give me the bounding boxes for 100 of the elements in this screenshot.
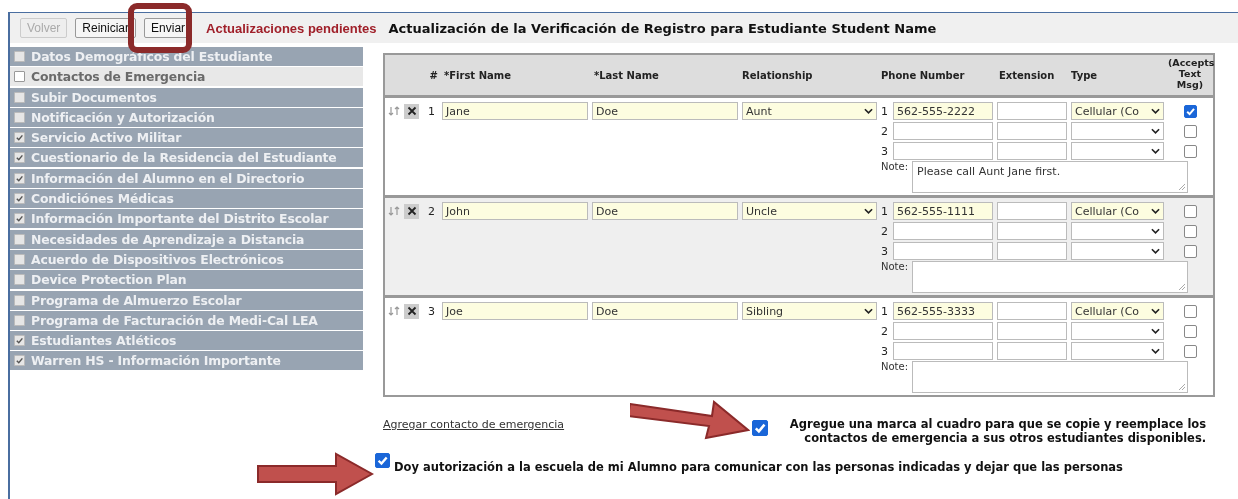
toolbar-button[interactable]: Reiniciar <box>75 18 137 38</box>
authorization-checkbox[interactable] <box>375 453 390 468</box>
type-select[interactable] <box>1071 342 1164 360</box>
sort-arrows-icon[interactable] <box>388 306 400 316</box>
extension-field[interactable] <box>997 242 1067 260</box>
relationship-select[interactable]: Aunt <box>742 102 877 120</box>
chevron-down-icon <box>1151 328 1160 334</box>
row-number: 1 <box>428 104 436 118</box>
chevron-down-icon <box>1151 148 1160 154</box>
text-message-checkbox[interactable] <box>1183 244 1197 258</box>
type-select[interactable] <box>1071 122 1164 140</box>
row-number: 3 <box>428 304 436 318</box>
type-select[interactable] <box>1071 242 1164 260</box>
extension-field[interactable] <box>997 102 1067 120</box>
phone-index: 1 <box>881 204 889 218</box>
first-name-field[interactable]: Jane <box>442 102 588 120</box>
sidebar-item-label: Cuestionario de la Residencia del Estudiante <box>31 150 337 166</box>
phone-field[interactable] <box>893 122 993 140</box>
phone-field[interactable] <box>893 322 993 340</box>
extension-field[interactable] <box>997 122 1067 140</box>
text-message-checkbox[interactable] <box>1183 324 1197 338</box>
sidebar-item-label: Datos Demográficos del Estudiante <box>31 49 273 64</box>
copy-contacts-checkbox[interactable] <box>752 420 769 436</box>
column-header: # <box>428 69 438 81</box>
phone-index: 1 <box>881 104 889 118</box>
first-name-field[interactable]: John <box>442 202 588 220</box>
extension-field[interactable] <box>997 302 1067 320</box>
column-header: Relationship <box>742 69 814 81</box>
note-label: Note: <box>881 361 909 372</box>
highlight-frame <box>128 3 192 53</box>
column-header: *First Name <box>443 69 512 81</box>
sort-arrows-icon[interactable] <box>388 106 400 116</box>
chevron-down-icon <box>1151 348 1160 354</box>
type-select[interactable] <box>1071 222 1164 240</box>
note-label: Note: <box>881 261 909 272</box>
extension-field[interactable] <box>997 222 1067 240</box>
column-header: Type <box>1071 69 1099 81</box>
type-select[interactable] <box>1071 142 1164 160</box>
type-select[interactable]: Cellular (Co <box>1071 302 1164 320</box>
type-select[interactable] <box>1071 322 1164 340</box>
text-message-checkbox[interactable] <box>1183 124 1197 138</box>
type-select[interactable]: Cellular (Co <box>1071 202 1164 220</box>
note-field[interactable] <box>912 261 1189 293</box>
sidebar-item-label: Condiciónes Médicas <box>31 191 174 207</box>
phone-field[interactable]: 562-555-3333 <box>893 302 993 320</box>
sidebar-item-label: Device Protection Plan <box>31 272 187 288</box>
phone-field[interactable] <box>893 222 993 240</box>
note-label: Note: <box>881 161 909 172</box>
chevron-down-icon <box>1151 208 1160 214</box>
text-message-checkbox[interactable] <box>1183 204 1197 218</box>
chevron-down-icon <box>864 108 873 114</box>
text-message-checkbox[interactable] <box>1183 144 1197 158</box>
extension-field[interactable] <box>997 322 1067 340</box>
note-field[interactable] <box>912 361 1189 393</box>
chevron-down-icon <box>864 308 873 314</box>
phone-index: 2 <box>881 224 889 238</box>
resize-grip-icon <box>1178 183 1187 191</box>
last-name-field[interactable]: Doe <box>592 102 738 120</box>
text-message-checkbox[interactable] <box>1183 104 1197 118</box>
phone-index: 3 <box>881 244 889 258</box>
sidebar-item-label: Programa de Facturación de Medi-Cal LEA <box>31 312 318 328</box>
phone-field[interactable] <box>893 342 993 360</box>
phone-field[interactable] <box>893 142 993 160</box>
extension-field[interactable] <box>997 202 1067 220</box>
chevron-down-icon <box>1151 308 1160 314</box>
sort-arrows-icon[interactable] <box>388 206 400 216</box>
column-header: *Last Name <box>593 69 660 81</box>
last-name-field[interactable]: Doe <box>592 202 738 220</box>
sidebar-item-label: Warren HS - Información Importante <box>31 353 281 369</box>
phone-index: 1 <box>881 304 889 318</box>
phone-field[interactable]: 562-555-1111 <box>893 202 993 220</box>
resize-grip-icon <box>1178 283 1187 291</box>
extension-field[interactable] <box>997 142 1067 160</box>
pending-status: Actualizaciones pendientes <box>206 20 377 36</box>
sidebar-item-label: Programa de Almuerzo Escolar <box>31 292 242 308</box>
relationship-select[interactable]: Uncle <box>742 202 877 220</box>
text-message-checkbox[interactable] <box>1183 344 1197 358</box>
type-select[interactable]: Cellular (Co <box>1071 102 1164 120</box>
text-message-checkbox[interactable] <box>1183 304 1197 318</box>
extension-field[interactable] <box>997 342 1067 360</box>
sidebar-item[interactable]: Contactos de Emergencia <box>10 67 363 87</box>
first-name-field[interactable]: Joe <box>442 302 588 320</box>
chevron-down-icon <box>1151 128 1160 134</box>
delete-icon[interactable] <box>404 103 419 119</box>
relationship-select[interactable]: Sibling <box>742 302 877 320</box>
note-field[interactable]: Please call Aunt Jane first. <box>912 161 1189 193</box>
add-contact-link[interactable]: Agregar contacto de emergencia <box>383 418 565 431</box>
sidebar-item-label: Acuerdo de Dispositivos Electrónicos <box>31 251 284 267</box>
sidebar-item-label: Información Importante del Distrito Escolar <box>31 211 329 227</box>
chevron-down-icon <box>1151 228 1160 234</box>
delete-icon[interactable] <box>404 303 419 319</box>
text-message-checkbox[interactable] <box>1183 224 1197 238</box>
sidebar-item-label: Información del Alumno en el Directorio <box>31 170 305 186</box>
phone-field[interactable]: 562-555-2222 <box>893 102 993 120</box>
column-header: (Accepts Text Msg) <box>1168 57 1212 90</box>
delete-icon[interactable] <box>404 203 419 219</box>
phone-field[interactable] <box>893 242 993 260</box>
last-name-field[interactable]: Doe <box>592 302 738 320</box>
sidebar-item-label: Notificación y Autorización <box>31 109 215 125</box>
sidebar-item-label: Necesidades de Aprendizaje a Distancia <box>31 231 305 247</box>
